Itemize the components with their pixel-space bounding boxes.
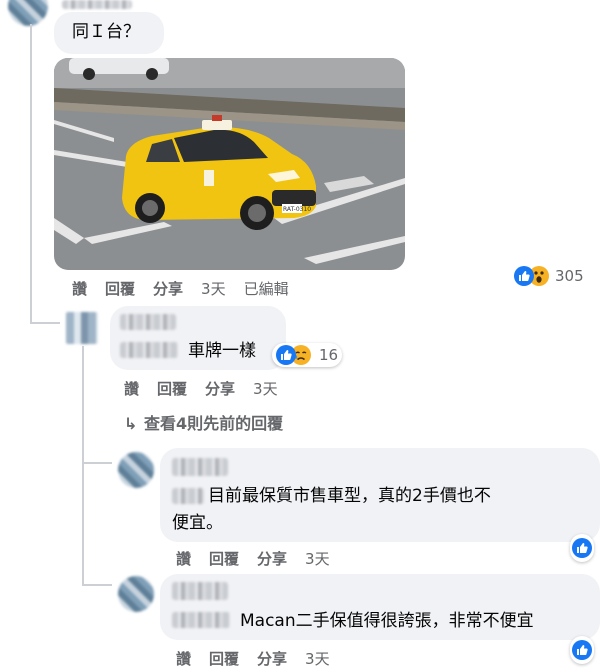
reaction-summary[interactable] xyxy=(570,636,594,664)
thread-connector xyxy=(30,322,60,324)
timestamp[interactable]: 3天 xyxy=(305,550,330,568)
like-icon xyxy=(572,640,592,660)
reply-text: Macan二手保值得很誇張，非常不便宜 xyxy=(240,611,534,631)
taxi-photo-illustration: RAT-0310 xyxy=(54,58,405,270)
subthread-connector xyxy=(82,584,112,586)
share-action[interactable]: 分享 xyxy=(153,280,183,298)
reply-action[interactable]: 回覆 xyxy=(157,380,187,398)
reply-actions: 讚回覆 分享 3天 xyxy=(176,548,348,569)
like-icon xyxy=(514,266,534,286)
reply-actions: 讚回覆 分享 3天 xyxy=(176,648,348,669)
reply-action[interactable]: 回覆 xyxy=(209,650,239,668)
reply-name-blurred xyxy=(120,314,176,330)
reaction-summary[interactable]: 16 xyxy=(272,343,343,367)
reply-text-blurred xyxy=(120,342,178,358)
comment-text: 同Ｉ台？ xyxy=(72,22,140,42)
reply-text-line1: 目前最保質市售車型，真的2手價也不 xyxy=(208,486,491,506)
like-action[interactable]: 讚 xyxy=(176,650,191,668)
like-icon xyxy=(572,538,592,558)
edited-label: 已編輯 xyxy=(243,280,289,298)
reply-text-blurred xyxy=(172,488,204,504)
thread-line xyxy=(30,24,32,324)
commenter-name-blurred xyxy=(62,0,132,9)
share-action[interactable]: 分享 xyxy=(257,650,287,668)
reaction-summary[interactable]: 305 xyxy=(510,264,588,288)
reply-name-blurred xyxy=(172,458,228,476)
like-action[interactable]: 讚 xyxy=(124,380,139,398)
reaction-count: 305 xyxy=(555,267,584,285)
like-action[interactable]: 讚 xyxy=(176,550,191,568)
reaction-count: 16 xyxy=(319,346,339,364)
taxi-photo[interactable]: RAT-0310 xyxy=(54,58,405,270)
license-plate: RAT-0310 xyxy=(283,206,311,213)
reply-name-blurred xyxy=(172,582,228,600)
reply-action[interactable]: 回覆 xyxy=(209,550,239,568)
reply-text-line2: 便宜。 xyxy=(172,513,223,533)
view-previous-replies[interactable]: ↳ 查看4則先前的回覆 xyxy=(124,410,283,434)
reply-text-blurred xyxy=(172,612,230,628)
reaction-summary[interactable] xyxy=(570,534,594,562)
reply-avatar[interactable] xyxy=(66,312,98,344)
commenter-avatar[interactable] xyxy=(8,0,48,26)
subthread-connector xyxy=(82,462,112,464)
timestamp[interactable]: 3天 xyxy=(201,280,226,298)
timestamp[interactable]: 3天 xyxy=(305,650,330,668)
share-action[interactable]: 分享 xyxy=(205,380,235,398)
like-icon xyxy=(276,345,296,365)
view-previous-label: 查看4則先前的回覆 xyxy=(144,414,284,433)
subthread-line xyxy=(82,346,84,584)
reply-text: 車牌一樣 xyxy=(188,341,256,361)
reply-avatar[interactable] xyxy=(118,576,154,612)
reply-arrow-icon: ↳ xyxy=(124,414,138,433)
reply-avatar[interactable] xyxy=(118,452,154,488)
reply-actions: 讚回覆 分享 3天 xyxy=(124,378,296,399)
share-action[interactable]: 分享 xyxy=(257,550,287,568)
like-action[interactable]: 讚 xyxy=(72,280,87,298)
reply-action[interactable]: 回覆 xyxy=(105,280,135,298)
comment-actions: 讚回覆 分享 3天 已編輯 xyxy=(72,278,307,299)
timestamp[interactable]: 3天 xyxy=(253,380,278,398)
